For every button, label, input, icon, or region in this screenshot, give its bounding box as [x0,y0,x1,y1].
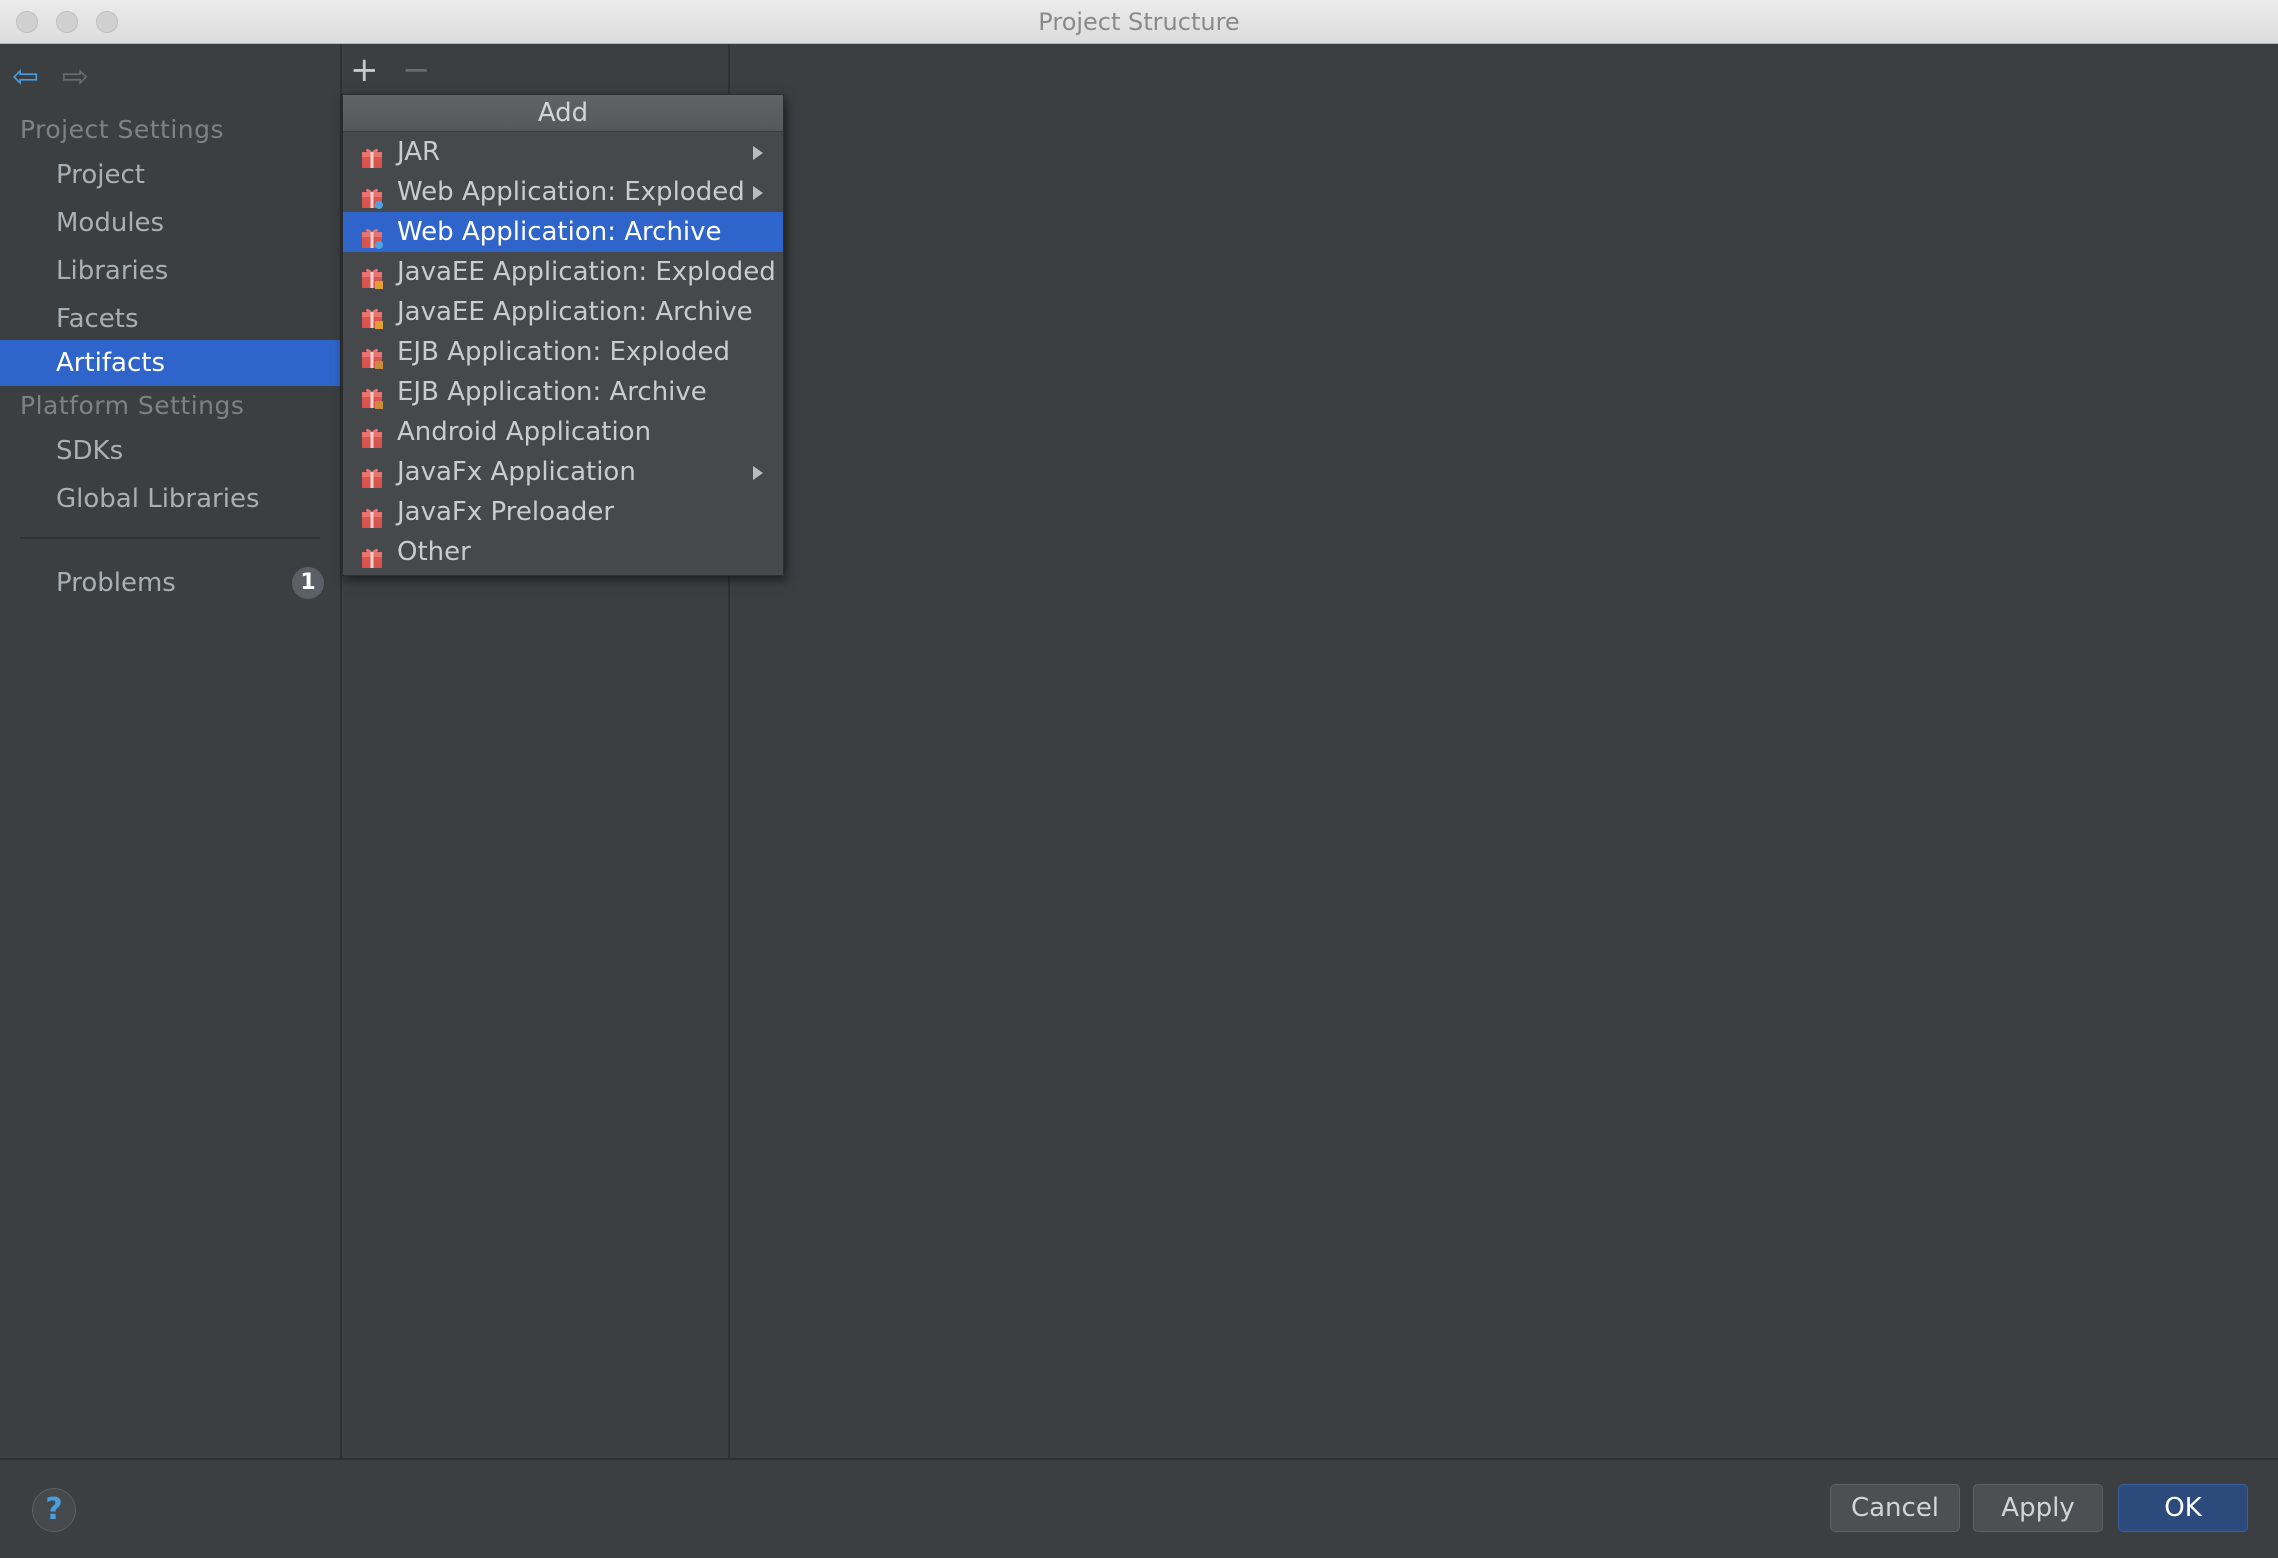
menu-item-label: EJB Application: Archive [397,377,707,407]
sidebar-divider [20,537,320,539]
menu-item-label: Android Application [397,417,652,447]
submenu-arrow-icon [753,186,763,200]
menu-item-web-application-archive[interactable]: Web Application: Archive [343,212,783,252]
artifact-icon [361,141,383,168]
sidebar-item-sdks[interactable]: SDKs [0,428,340,474]
popup-title: Add [343,95,783,132]
menu-item-web-application-exploded[interactable]: Web Application: Exploded [343,172,783,212]
menu-item-ejb-application-exploded[interactable]: EJB Application: Exploded [343,332,783,372]
menu-item-jar[interactable]: JAR [343,132,783,172]
problems-label: Problems [56,568,176,598]
problems-count-badge: 1 [292,567,324,599]
menu-item-label: Other [397,537,471,567]
cancel-button[interactable]: Cancel [1830,1484,1960,1532]
project-settings-header: Project Settings [20,115,225,144]
artifact-icon [361,501,383,528]
submenu-arrow-icon [753,146,763,160]
ejb-artifact-icon [361,341,383,369]
dialog-footer: ? Cancel Apply OK [0,1458,2278,1558]
ok-button[interactable]: OK [2118,1484,2248,1532]
menu-item-label: JavaFx Preloader [397,497,615,527]
artifact-icon [361,421,383,448]
menu-item-label: Web Application: Archive [397,217,722,247]
web-artifact-icon [361,221,383,249]
sidebar-item-facets[interactable]: Facets [0,296,340,342]
window-title: Project Structure [1038,8,1240,36]
back-arrow-icon[interactable]: ⇦ [12,60,39,92]
menu-item-other[interactable]: Other [343,532,783,572]
sidebar-item-artifacts[interactable]: Artifacts [0,340,340,386]
menu-item-label: Web Application: Exploded [397,177,745,207]
menu-item-ejb-application-archive[interactable]: EJB Application: Archive [343,372,783,412]
menu-item-label: JavaEE Application: Archive [397,297,753,327]
sidebar-item-project[interactable]: Project [0,152,340,198]
artifact-icon [361,541,383,568]
menu-item-label: JAR [397,137,441,167]
apply-button[interactable]: Apply [1973,1484,2103,1532]
artifact-icon [361,461,383,488]
menu-item-label: EJB Application: Exploded [397,337,730,367]
forward-arrow-icon[interactable]: ⇨ [62,60,89,92]
menu-item-javaee-application-exploded[interactable]: JavaEE Application: Exploded [343,252,783,292]
add-artifact-popup: Add JAR Web Application: Exploded Web Appl… [342,94,784,576]
minus-icon[interactable]: − [402,50,431,90]
help-icon[interactable]: ? [32,1488,76,1532]
sidebar-item-libraries[interactable]: Libraries [0,248,340,294]
platform-settings-header: Platform Settings [20,391,245,420]
plus-icon[interactable]: + [350,50,379,90]
menu-item-javafx-application[interactable]: JavaFx Application [343,452,783,492]
submenu-arrow-icon [753,466,763,480]
sidebar-item-modules[interactable]: Modules [0,200,340,246]
web-artifact-icon [361,181,383,209]
menu-item-android-application[interactable]: Android Application [343,412,783,452]
menu-item-javafx-preloader[interactable]: JavaFx Preloader [343,492,783,532]
javaee-artifact-icon [361,301,383,329]
sidebar-item-problems[interactable]: Problems 1 [0,560,340,606]
sidebar-item-global-libraries[interactable]: Global Libraries [0,476,340,522]
menu-item-label: JavaFx Application [397,457,636,487]
menu-item-label: JavaEE Application: Exploded [397,257,776,287]
title-bar: Project Structure [0,0,2278,44]
menu-item-javaee-application-archive[interactable]: JavaEE Application: Archive [343,292,783,332]
artifact-details-panel [730,44,2278,1458]
javaee-artifact-icon [361,261,383,289]
ejb-artifact-icon [361,381,383,409]
sidebar: ⇦ ⇨ Project Settings Project Modules Lib… [0,44,342,1458]
